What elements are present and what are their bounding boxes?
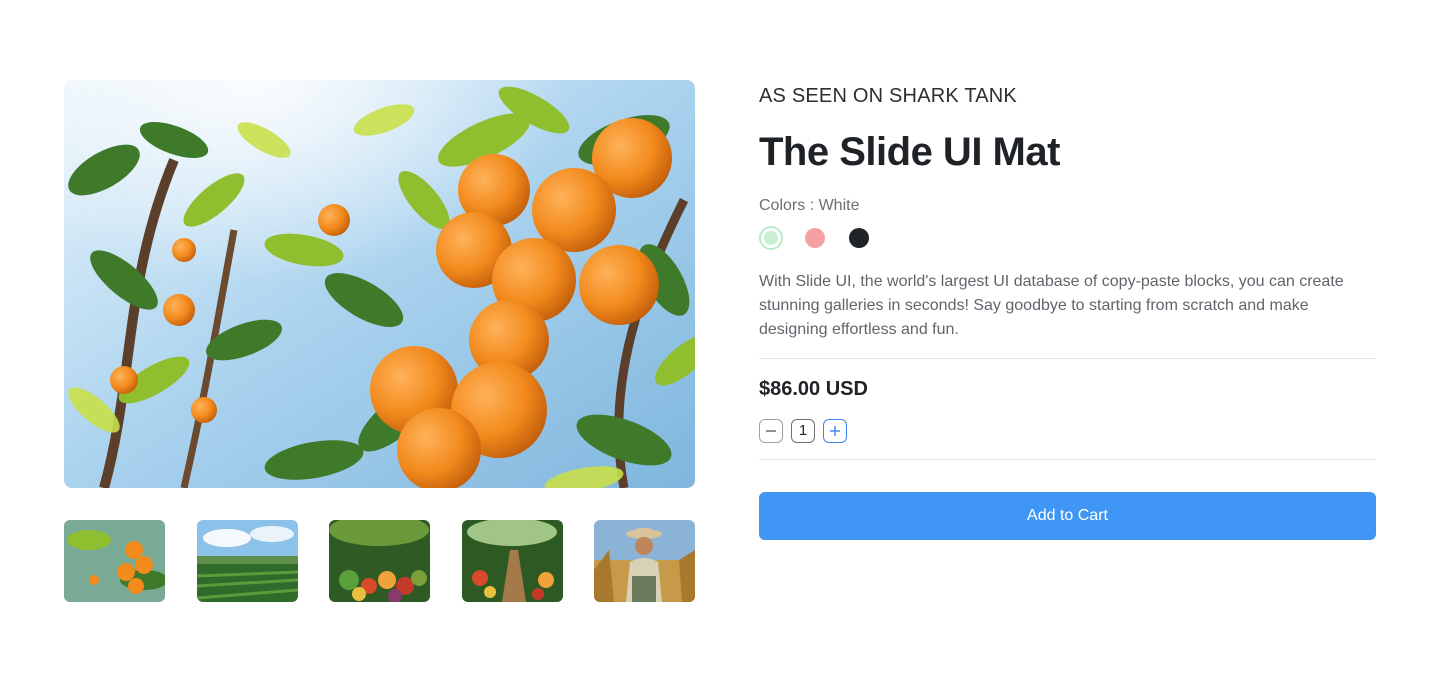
product-title: The Slide UI Mat: [759, 130, 1060, 174]
decrease-quantity-button[interactable]: [759, 419, 783, 443]
product-details: AS SEEN ON SHARK TANK The Slide UI Mat C…: [759, 80, 1376, 540]
plus-icon: [830, 426, 840, 436]
thumbnail-strip: [64, 520, 695, 602]
thumbnail-orange-tree[interactable]: [64, 520, 165, 602]
color-dot: [849, 228, 869, 248]
quantity-input[interactable]: 1: [791, 419, 815, 443]
minus-icon: [766, 430, 776, 432]
product-gallery: [64, 80, 695, 602]
color-swatch-pink[interactable]: [803, 226, 827, 250]
divider: [759, 459, 1376, 460]
product-price: $86.00 USD: [759, 378, 868, 400]
thumbnail-garden-path[interactable]: [461, 520, 563, 602]
divider: [759, 358, 1376, 359]
increase-quantity-button[interactable]: [823, 419, 847, 443]
color-swatches: [759, 226, 1376, 250]
color-swatch-white[interactable]: [759, 226, 783, 250]
color-dot: [764, 231, 778, 245]
thumbnail-farmer-portrait[interactable]: [594, 520, 695, 602]
main-product-image: [64, 80, 695, 488]
color-dot: [805, 228, 825, 248]
thumbnail-farm-field[interactable]: [196, 520, 298, 602]
thumbnail-vegetable-harvest[interactable]: [329, 520, 430, 602]
color-swatch-black[interactable]: [847, 226, 871, 250]
product-eyebrow: AS SEEN ON SHARK TANK: [759, 85, 1017, 107]
add-to-cart-button[interactable]: Add to Cart: [759, 492, 1376, 540]
colors-label: Colors : White: [759, 197, 860, 214]
product-description: With Slide UI, the world's largest UI da…: [759, 273, 1344, 338]
quantity-stepper: 1: [759, 419, 1376, 443]
